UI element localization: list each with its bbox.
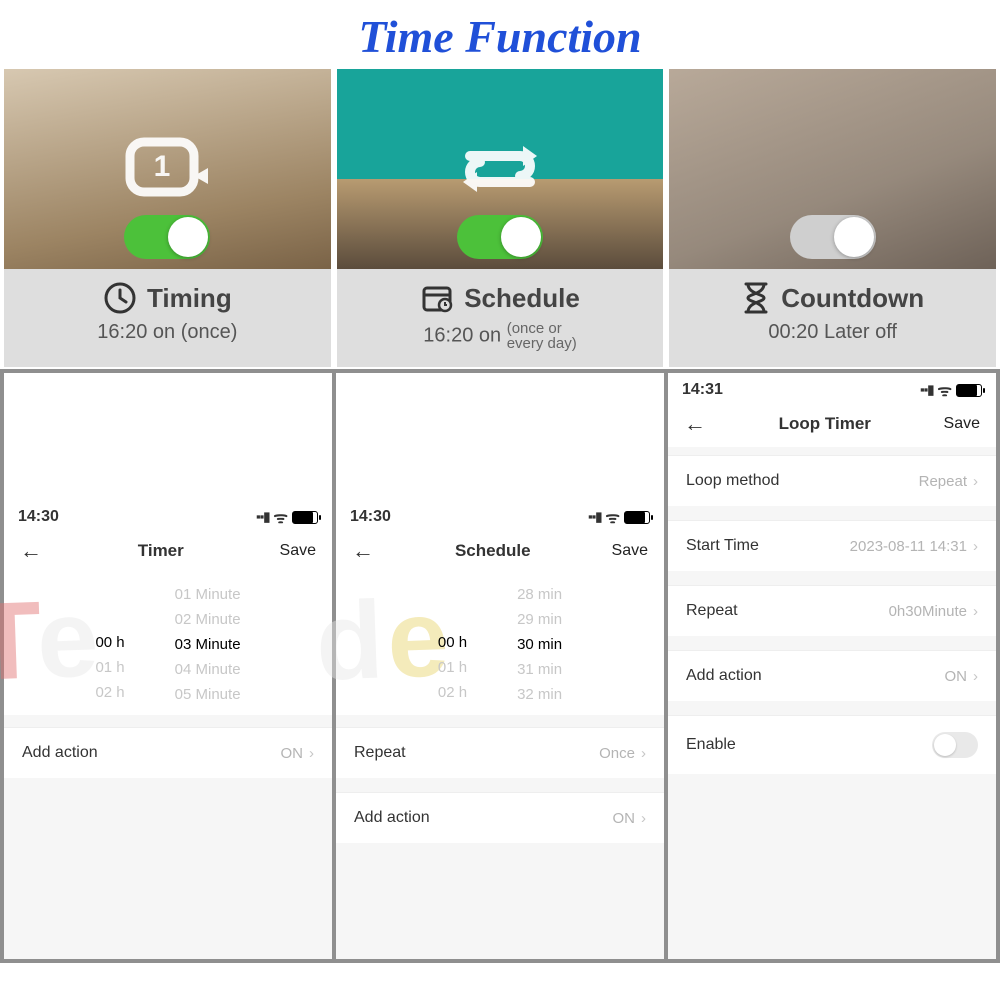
card-schedule-sub: 16:20 on (once orevery day) (337, 321, 664, 367)
card-countdown-hero (669, 69, 996, 269)
chevron-right-icon: › (973, 473, 978, 490)
back-button[interactable]: ← (684, 411, 706, 437)
status-bar: 14:30 ▪▪▮ ᯤ (4, 500, 332, 530)
svg-text:1: 1 (154, 150, 171, 183)
card-schedule: Schedule 16:20 on (once orevery day) (337, 69, 664, 367)
back-button[interactable]: ← (20, 538, 42, 564)
signal-icon: ▪▪▮ (920, 382, 933, 398)
row-repeat[interactable]: Repeat 0h30Minute› (668, 585, 996, 636)
nav-bar: ← Loop Timer Save (668, 403, 996, 447)
battery-icon (956, 384, 982, 397)
nav-bar: ← Schedule Save (336, 530, 664, 574)
save-button[interactable]: Save (944, 415, 980, 433)
card-countdown: Countdown 00:20 Later off (669, 69, 996, 367)
time-picker[interactable]: 00 h 01 h 02 h 01 Minute 02 Minute 03 Mi… (4, 574, 332, 715)
hourglass-icon (741, 281, 771, 315)
nav-bar: ← Timer Save (4, 530, 332, 574)
nav-title: Loop Timer (779, 414, 871, 434)
status-time: 14:30 (350, 508, 391, 526)
chevron-right-icon: › (641, 745, 646, 762)
card-timing: 1 Timing 16:20 on (once) (4, 69, 331, 367)
status-icons: ▪▪▮ ᯤ (588, 506, 650, 528)
chevron-right-icon: › (973, 603, 978, 620)
signal-icon: ▪▪▮ (588, 509, 601, 525)
save-button[interactable]: Save (280, 542, 316, 560)
chevron-right-icon: › (973, 538, 978, 555)
status-bar: 14:30 ▪▪▮ ᯤ (336, 500, 664, 530)
status-time: 14:31 (682, 381, 723, 399)
status-time: 14:30 (18, 508, 59, 526)
page-title: Time Function (0, 0, 1000, 69)
card-countdown-sub: 00:20 Later off (669, 321, 996, 360)
status-icons: ▪▪▮ ᯤ (920, 379, 982, 401)
nav-title: Timer (138, 541, 184, 561)
row-loop-method[interactable]: Loop method Repeat› (668, 455, 996, 506)
battery-icon (624, 511, 650, 524)
signal-icon: ▪▪▮ (256, 509, 269, 525)
row-repeat[interactable]: Repeat Once› (336, 727, 664, 778)
row-add-action[interactable]: Add action ON› (336, 792, 664, 843)
save-button[interactable]: Save (612, 542, 648, 560)
card-timing-hero: 1 (4, 69, 331, 269)
wifi-icon: ᯤ (273, 506, 288, 528)
chevron-right-icon: › (641, 810, 646, 827)
once-loop-icon: 1 (112, 124, 222, 214)
wifi-icon: ᯤ (605, 506, 620, 528)
card-schedule-hero (337, 69, 664, 269)
battery-icon (292, 511, 318, 524)
back-button[interactable]: ← (352, 538, 374, 564)
status-bar: 14:31 ▪▪▮ ᯤ (668, 373, 996, 403)
row-add-action[interactable]: Add action ON› (4, 727, 332, 778)
card-schedule-toggle[interactable] (457, 215, 543, 259)
card-countdown-label: Countdown (781, 283, 924, 314)
status-icons: ▪▪▮ ᯤ (256, 506, 318, 528)
repeat-icon (445, 124, 555, 214)
card-schedule-sub-extra: (once orevery day) (507, 321, 577, 351)
row-enable: Enable (668, 715, 996, 774)
chevron-right-icon: › (973, 668, 978, 685)
card-timing-label: Timing (147, 283, 232, 314)
clock-icon (103, 281, 137, 315)
nav-title: Schedule (455, 541, 531, 561)
phone-schedule: de 14:30 ▪▪▮ ᯤ ← Schedule Save 00 h 01 h… (336, 373, 668, 963)
phones-row: Te 14:30 ▪▪▮ ᯤ ← Timer Save 00 h 01 h 02… (0, 369, 1000, 963)
phone-loop-timer: 14:31 ▪▪▮ ᯤ ← Loop Timer Save Loop metho… (668, 373, 1000, 963)
calendar-icon (420, 281, 454, 315)
wifi-icon: ᯤ (937, 379, 952, 401)
row-start-time[interactable]: Start Time 2023-08-11 14:31› (668, 520, 996, 571)
time-picker[interactable]: 00 h 01 h 02 h 28 min 29 min 30 min 31 m… (336, 574, 664, 715)
enable-toggle[interactable] (932, 732, 978, 758)
feature-cards-row: 1 Timing 16:20 on (once) Schedule 16: (0, 69, 1000, 367)
row-add-action[interactable]: Add action ON› (668, 650, 996, 701)
card-countdown-toggle[interactable] (790, 215, 876, 259)
card-timing-sub: 16:20 on (once) (4, 321, 331, 360)
card-schedule-label: Schedule (464, 283, 580, 314)
card-timing-toggle[interactable] (124, 215, 210, 259)
phone-timer: Te 14:30 ▪▪▮ ᯤ ← Timer Save 00 h 01 h 02… (0, 373, 336, 963)
chevron-right-icon: › (309, 745, 314, 762)
